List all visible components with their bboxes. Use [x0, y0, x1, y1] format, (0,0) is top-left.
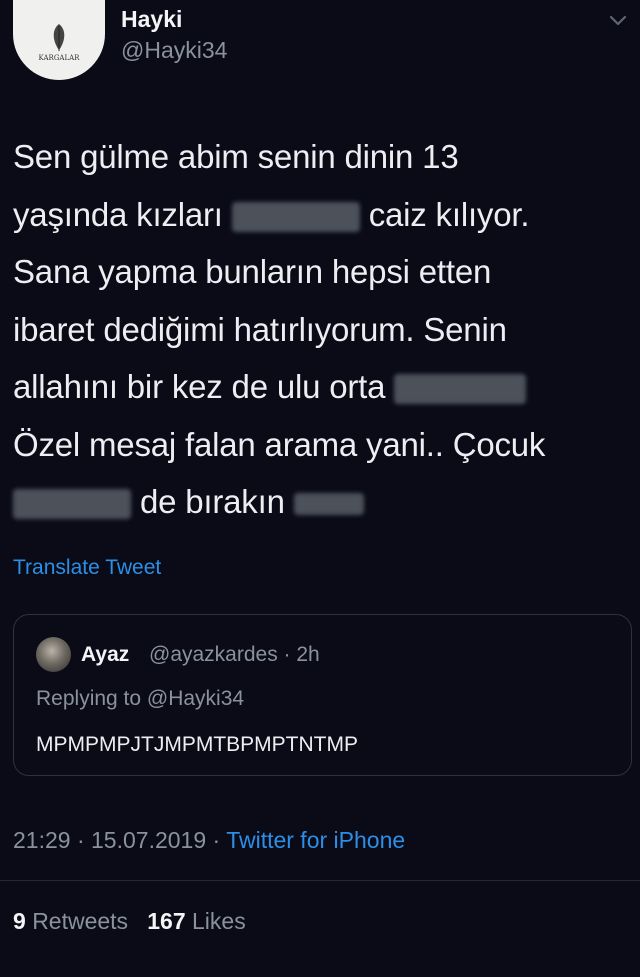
- redacted-word: [293, 493, 364, 516]
- redacted-word: [13, 489, 131, 520]
- chevron-down-icon[interactable]: [606, 8, 630, 32]
- tweet-meta: 21:29 · 15.07.2019 · Twitter for iPhone: [13, 827, 405, 854]
- retweets-count: 9: [13, 908, 26, 934]
- tweet-line: de bırakın: [13, 473, 613, 531]
- redacted-word: [231, 201, 360, 232]
- tweet-line: yaşında kızları caiz kılıyor.: [13, 195, 530, 233]
- quoted-tweet-text: MPMPMPJTJMPMTBPMPTNTMP: [36, 733, 358, 756]
- divider: [0, 880, 640, 881]
- retweets-label: Retweets: [32, 908, 129, 934]
- tweet-stats: 9 Retweets 167 Likes: [13, 908, 246, 935]
- tweet-time: 21:29: [13, 827, 71, 853]
- tweet-header: KARGALAR Hayki @Hayki34: [0, 0, 640, 96]
- tweet-date: 15.07.2019: [91, 827, 207, 853]
- redacted-word: [394, 374, 527, 405]
- retweets-stat[interactable]: 9 Retweets: [13, 908, 128, 934]
- likes-stat[interactable]: 167 Likes: [147, 908, 245, 934]
- avatar[interactable]: KARGALAR: [13, 0, 105, 80]
- tweet-line: allahını bir kez de ulu orta: [13, 358, 613, 416]
- author-display-name[interactable]: Hayki: [121, 6, 182, 33]
- tweet-source-link[interactable]: Twitter for iPhone: [226, 827, 405, 853]
- avatar-logo: KARGALAR: [37, 22, 81, 62]
- quoted-avatar[interactable]: [36, 637, 71, 672]
- quoted-author-name: Ayaz: [81, 643, 130, 666]
- quoted-tweet-card[interactable]: Ayaz @ayazkardes · 2h Replying to @Hayki…: [13, 614, 632, 776]
- tweet-text: Sen gülme abim senin dinin 13 yaşında kı…: [13, 128, 613, 531]
- likes-label: Likes: [192, 908, 246, 934]
- tweet-line: ibaret dediğimi hatırlıyorum. Senin: [13, 310, 507, 348]
- tweet-line: Sen gülme abim senin dinin 13: [13, 138, 459, 175]
- quoted-replying-to: Replying to @Hayki34: [36, 687, 245, 710]
- tweet-line: Sana yapma bunların hepsi etten: [13, 253, 492, 290]
- author-handle[interactable]: @Hayki34: [121, 37, 227, 64]
- feather-icon: [53, 24, 65, 51]
- likes-count: 167: [147, 908, 186, 934]
- meta-separator: ·: [76, 827, 85, 853]
- meta-separator: ·: [212, 827, 221, 853]
- tweet-line: Özel mesaj falan arama yani.. Çocuk: [13, 425, 546, 463]
- quoted-author-handle-time: @ayazkardes · 2h: [149, 643, 320, 666]
- translate-tweet-link[interactable]: Translate Tweet: [13, 556, 161, 580]
